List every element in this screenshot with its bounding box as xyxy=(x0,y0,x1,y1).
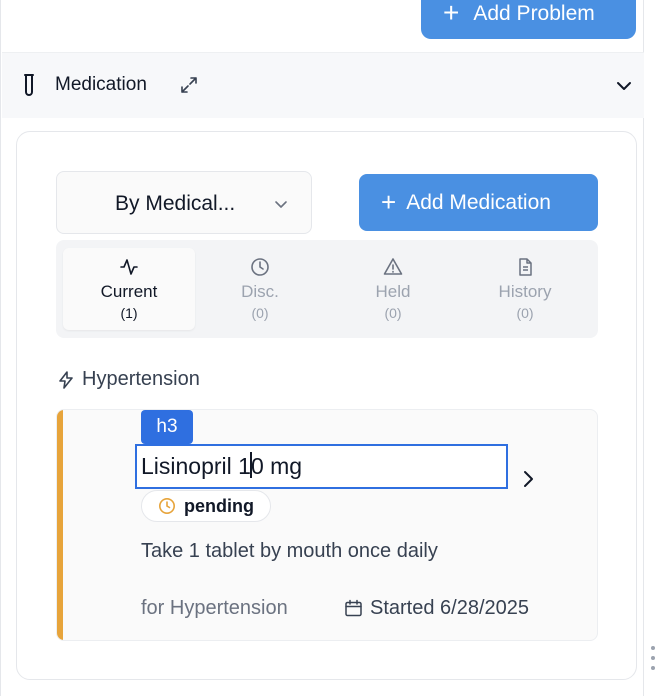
medication-indication: for Hypertension xyxy=(141,597,288,619)
status-text: pending xyxy=(184,495,254,516)
tab-history[interactable]: History (0) xyxy=(459,248,591,330)
warning-icon xyxy=(383,258,403,275)
chevron-down-icon[interactable] xyxy=(614,76,634,96)
start-date: Started 6/28/2025 xyxy=(344,597,529,620)
document-icon xyxy=(519,258,532,276)
medication-item[interactable]: h3 Lisinopril 10 mg pending Take 1 table… xyxy=(56,409,598,641)
add-problem-label: Add Problem xyxy=(473,1,595,25)
condition-name: Hypertension xyxy=(82,368,200,390)
heading-tag-badge: h3 xyxy=(141,410,193,444)
tab-label: Current xyxy=(100,282,158,301)
add-medication-label: Add Medication xyxy=(406,190,551,214)
chevron-right-icon[interactable] xyxy=(517,468,539,490)
clock-icon xyxy=(159,498,175,514)
medication-sig: Take 1 tablet by mouth once daily xyxy=(141,540,438,562)
add-problem-button[interactable]: + Add Problem xyxy=(421,0,636,39)
medication-name-field[interactable]: Lisinopril 10 mg xyxy=(135,444,508,489)
medication-tabs: Current (1) Disc. (0) Held (0) History (… xyxy=(56,240,598,338)
tab-count: (0) xyxy=(251,305,269,321)
chevron-down-icon xyxy=(275,201,287,208)
tab-discontinued[interactable]: Disc. (0) xyxy=(194,248,326,330)
plus-icon: + xyxy=(443,0,460,28)
activity-icon xyxy=(120,259,138,275)
status-accent-bar xyxy=(57,410,63,640)
plus-icon: + xyxy=(381,186,397,217)
tab-label: Disc. xyxy=(241,282,279,301)
tab-current[interactable]: Current (1) xyxy=(63,248,195,330)
medication-panel: + Add Problem Medication By Medical... +… xyxy=(0,0,644,696)
lightning-icon xyxy=(59,370,73,389)
tab-label: Held xyxy=(375,282,411,301)
status-badge: pending xyxy=(141,490,271,522)
medication-card-container: By Medical... + Add Medication Current (… xyxy=(16,131,637,680)
group-by-select[interactable]: By Medical... xyxy=(56,171,312,234)
medication-name-text-end: 0 mg xyxy=(250,453,303,479)
drag-handle-icon[interactable] xyxy=(650,645,656,671)
tab-count: (0) xyxy=(516,305,534,321)
clock-icon xyxy=(251,258,269,276)
section-title: Medication xyxy=(55,74,147,95)
group-by-value: By Medical... xyxy=(115,192,236,215)
expand-icon[interactable] xyxy=(179,75,199,95)
start-date-text: Started 6/28/2025 xyxy=(370,597,530,619)
tab-count: (1) xyxy=(120,305,138,321)
test-tube-icon xyxy=(24,74,34,96)
medication-section-header[interactable]: Medication xyxy=(2,52,644,118)
medication-name-text: Lisinopril 1 xyxy=(141,453,251,479)
calendar-icon xyxy=(345,599,362,617)
condition-heading: Hypertension xyxy=(56,368,200,391)
tab-label: History xyxy=(498,282,552,301)
tab-count: (0) xyxy=(384,305,402,321)
add-medication-button[interactable]: + Add Medication xyxy=(359,174,598,231)
tab-held[interactable]: Held (0) xyxy=(327,248,459,330)
